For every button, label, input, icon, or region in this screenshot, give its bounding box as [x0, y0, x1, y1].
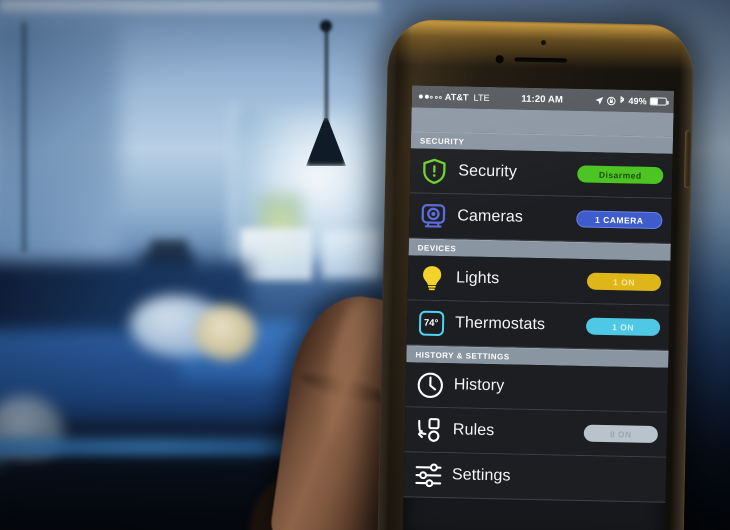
list-item-security[interactable]: Security Disarmed	[409, 148, 673, 199]
phone-screen: AT&T LTE 11:20 AM 49% SECURITY Security …	[402, 85, 675, 530]
status-badge[interactable]: Disarmed	[577, 165, 664, 185]
status-badge[interactable]: 1 CAMERA	[576, 210, 663, 230]
list-item-label: Settings	[451, 466, 511, 485]
bluetooth-icon	[618, 96, 625, 106]
list-item-label: Cameras	[457, 207, 524, 226]
status-badge[interactable]: 1 ON	[586, 272, 662, 292]
list-item-cameras[interactable]: Cameras 1 CAMERA	[408, 193, 672, 244]
list-item-settings[interactable]: Settings	[403, 452, 667, 503]
power-button[interactable]	[683, 130, 692, 189]
list-item-lights[interactable]: Lights 1 ON	[407, 255, 671, 306]
network-type-label: LTE	[473, 92, 490, 103]
status-badge[interactable]: 8 ON	[583, 424, 659, 444]
lightbulb-icon	[417, 263, 448, 294]
list-item-history[interactable]: History	[405, 362, 669, 413]
thermostat-icon: 74°	[416, 308, 447, 339]
photo-scene: AT&T LTE 11:20 AM 49% SECURITY Security …	[0, 0, 730, 530]
location-arrow-icon	[594, 96, 603, 105]
list-item-rules[interactable]: Rules 8 ON	[404, 407, 668, 458]
camera-icon	[418, 201, 449, 232]
list-item-label: Security	[458, 162, 518, 181]
phone-device: AT&T LTE 11:20 AM 49% SECURITY Security …	[377, 18, 695, 530]
rules-icon	[414, 414, 445, 445]
shield-icon	[419, 156, 450, 187]
clock-icon	[415, 369, 446, 400]
battery-percent-label: 49%	[628, 95, 647, 107]
list-item-label: Thermostats	[454, 314, 546, 334]
rotation-lock-icon	[606, 96, 616, 105]
phone-top-bezel	[387, 18, 695, 72]
signal-strength-icon	[418, 94, 442, 99]
carrier-label: AT&T	[444, 92, 469, 103]
list-item-label: Rules	[452, 421, 495, 440]
clock-label: 11:20 AM	[521, 93, 564, 106]
proximity-sensor-icon	[540, 40, 547, 46]
battery-icon	[649, 97, 667, 106]
sliders-icon	[413, 459, 444, 490]
list-item-label: Lights	[455, 269, 500, 288]
settings-list: SECURITY Security Disarmed Cameras 1 CAMER…	[403, 131, 674, 503]
list-item-label: History	[453, 376, 505, 395]
list-item-thermostats[interactable]: 74° Thermostats 1 ON	[406, 300, 670, 351]
status-badge[interactable]: 1 ON	[585, 317, 661, 337]
